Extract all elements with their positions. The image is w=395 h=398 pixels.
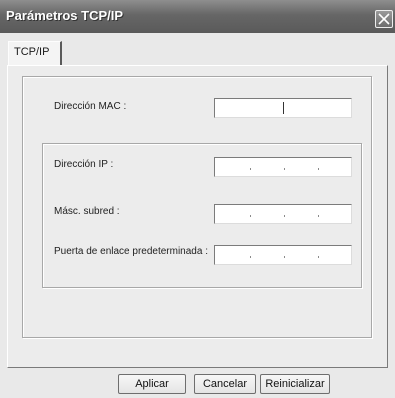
subnet-mask-label: Másc. subred : [54, 206, 120, 217]
title-bar[interactable]: Parámetros TCP/IP [0, 0, 395, 33]
octet-separator [284, 168, 285, 170]
subnet-mask-field[interactable] [214, 204, 352, 224]
cancel-button[interactable]: Cancelar [194, 374, 256, 394]
default-gateway-label: Puerta de enlace predeterminada : [54, 246, 208, 257]
octet-separator [250, 256, 251, 258]
octet-separator [284, 256, 285, 258]
octet-separator [318, 256, 319, 258]
tab-tcpip[interactable]: TCP/IP [8, 41, 62, 67]
octet-separator [284, 215, 285, 217]
octet-separator [250, 215, 251, 217]
octet-separator [318, 215, 319, 217]
close-icon [378, 13, 390, 25]
octet-separator [250, 168, 251, 170]
tab-strip: TCP/IP [0, 33, 395, 67]
mac-address-field[interactable] [214, 98, 352, 118]
reset-button[interactable]: Reinicializar [260, 374, 330, 394]
ip-address-field[interactable] [214, 157, 352, 177]
close-button[interactable] [375, 10, 393, 28]
octet-separator [318, 168, 319, 170]
ip-address-label: Dirección IP : [54, 159, 114, 170]
default-gateway-field[interactable] [214, 245, 352, 265]
apply-button[interactable]: Aplicar [118, 374, 186, 394]
text-caret [283, 102, 284, 114]
mac-address-label: Dirección MAC : [54, 101, 127, 112]
tcpip-dialog: Parámetros TCP/IP TCP/IP Dirección MAC :… [0, 0, 395, 398]
window-title: Parámetros TCP/IP [6, 8, 124, 23]
